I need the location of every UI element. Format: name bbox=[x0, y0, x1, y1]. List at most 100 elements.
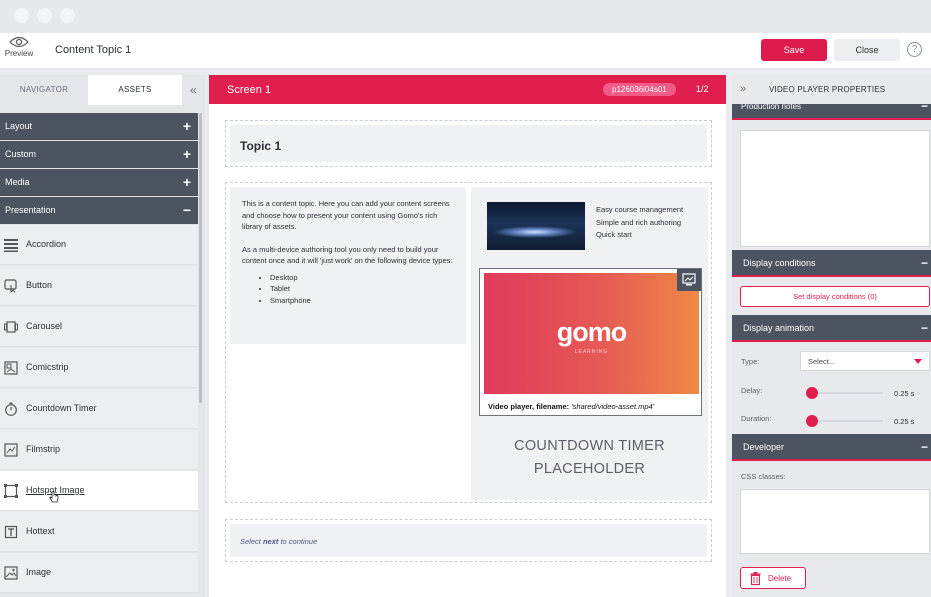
chevron-down-icon bbox=[914, 359, 922, 364]
set-display-conditions-button[interactable]: Set display conditions (0) bbox=[740, 286, 930, 307]
next-bold: next bbox=[262, 537, 279, 546]
video-asset-icon[interactable] bbox=[677, 269, 701, 291]
asset-carousel[interactable]: Carousel bbox=[0, 307, 198, 347]
collapse-icon: − bbox=[920, 256, 928, 270]
text-column[interactable]: This is a content topic. Here you can ad… bbox=[230, 187, 466, 344]
delete-label: Delete bbox=[768, 574, 792, 583]
screen-icon bbox=[682, 273, 696, 286]
media-column: Easy course management Simple and rich a… bbox=[471, 187, 708, 500]
content-block[interactable]: This is a content topic. Here you can ad… bbox=[225, 182, 712, 503]
list-item: Smartphone bbox=[270, 295, 454, 307]
screen-page-count: 1/2 bbox=[696, 84, 709, 94]
properties-header: » VIDEO PLAYER PROPERTIES bbox=[732, 75, 931, 104]
properties-panel: » VIDEO PLAYER PROPERTIES Production not… bbox=[732, 75, 931, 597]
expand-icon: + bbox=[182, 146, 191, 162]
delay-label: Delay: bbox=[741, 386, 763, 395]
topic-heading: Topic 1 bbox=[240, 139, 282, 153]
section-display-animation[interactable]: Display animation − bbox=[732, 315, 931, 342]
collapse-icon: − bbox=[182, 202, 191, 218]
asset-scrollbar[interactable] bbox=[199, 113, 202, 403]
section-production-notes[interactable]: Production notes − bbox=[732, 104, 931, 120]
asset-panel: NAVIGATOR ASSETS « Layout + Custom + Med… bbox=[0, 75, 205, 597]
animation-type-select[interactable]: Select... bbox=[800, 351, 930, 371]
close-button[interactable]: Close bbox=[834, 39, 900, 61]
screen-id-badge: p126036i04s01 bbox=[603, 83, 676, 96]
topic-heading-block[interactable]: Topic 1 bbox=[225, 120, 712, 167]
slider-handle[interactable] bbox=[806, 387, 818, 399]
button-icon bbox=[4, 279, 17, 293]
list-item: Desktop bbox=[270, 272, 454, 284]
screen-canvas: Screen 1 p126036i04s01 1/2 Topic 1 This … bbox=[209, 75, 726, 597]
next-post: to continue bbox=[278, 537, 318, 546]
delay-value: 0.25 s bbox=[894, 389, 915, 398]
window-close-dot[interactable] bbox=[14, 8, 29, 23]
accordion-icon bbox=[4, 239, 18, 252]
feature-list: Easy course management Simple and rich a… bbox=[596, 204, 683, 242]
help-icon[interactable]: ? bbox=[907, 42, 922, 57]
css-classes-field[interactable] bbox=[740, 489, 930, 554]
duration-slider[interactable] bbox=[806, 415, 883, 427]
duration-label: Duration: bbox=[741, 414, 772, 423]
collapse-icon: − bbox=[920, 321, 928, 335]
preview-label: Preview bbox=[4, 49, 34, 58]
trash-icon bbox=[750, 572, 761, 585]
video-player[interactable]: gomo LEARNING Video player, filename: 's… bbox=[479, 268, 702, 416]
asset-hotspot-image[interactable]: Hotspot Image bbox=[0, 471, 198, 511]
asset-label: Hottext bbox=[26, 526, 55, 536]
category-presentation[interactable]: Presentation − bbox=[0, 197, 198, 224]
tab-navigator[interactable]: NAVIGATOR bbox=[0, 75, 88, 105]
delete-button[interactable]: Delete bbox=[740, 567, 806, 589]
hand-cursor-icon bbox=[49, 491, 59, 503]
countdown-line: PLACEHOLDER bbox=[533, 461, 646, 477]
hotspot-image-icon bbox=[4, 484, 18, 498]
category-layout[interactable]: Layout + bbox=[0, 113, 198, 140]
stopwatch-icon bbox=[5, 402, 17, 416]
asset-label: Carousel bbox=[26, 321, 63, 331]
category-label: Media bbox=[5, 177, 30, 187]
section-display-conditions[interactable]: Display conditions − bbox=[732, 250, 931, 277]
navigation-block[interactable]: Select next to continue bbox=[225, 519, 712, 562]
category-media[interactable]: Media + bbox=[0, 169, 198, 196]
properties-title: VIDEO PLAYER PROPERTIES bbox=[769, 85, 886, 94]
section-label: Developer bbox=[743, 442, 785, 452]
topic-heading-inner: Topic 1 bbox=[230, 125, 707, 162]
save-button[interactable]: Save bbox=[761, 39, 827, 61]
asset-filmstrip[interactable]: Filmstrip bbox=[0, 430, 198, 470]
asset-image[interactable]: Image bbox=[0, 553, 198, 593]
filmstrip-icon bbox=[4, 443, 18, 457]
gomo-logo-sub: LEARNING bbox=[574, 349, 609, 355]
video-caption: Video player, filename: 'shared/video-as… bbox=[488, 402, 654, 411]
preview-button[interactable]: Preview bbox=[4, 36, 34, 58]
asset-countdown-timer[interactable]: Countdown Timer bbox=[0, 389, 198, 429]
asset-hottext[interactable]: Hottext bbox=[0, 512, 198, 552]
earth-thumbnail[interactable] bbox=[487, 202, 585, 250]
delay-slider[interactable] bbox=[806, 387, 883, 399]
css-classes-label: CSS classes: bbox=[741, 472, 786, 481]
asset-label: Filmstrip bbox=[26, 444, 60, 454]
asset-label: Countdown Timer bbox=[26, 403, 97, 413]
expand-panel-icon[interactable]: » bbox=[740, 83, 746, 95]
collapse-icon: − bbox=[920, 104, 928, 113]
video-poster: gomo LEARNING bbox=[484, 273, 699, 394]
screen-title: Screen 1 bbox=[227, 84, 272, 96]
slider-handle[interactable] bbox=[806, 415, 818, 427]
asset-label: Comicstrip bbox=[26, 362, 69, 372]
asset-button[interactable]: Button bbox=[0, 266, 198, 306]
window-maximize-dot[interactable] bbox=[60, 8, 75, 23]
asset-accordion[interactable]: Accordion bbox=[0, 225, 198, 265]
carousel-icon bbox=[4, 321, 18, 333]
feature-item: Easy course management bbox=[596, 205, 684, 214]
panel-tabs: NAVIGATOR ASSETS « bbox=[0, 75, 205, 105]
image-icon bbox=[4, 566, 18, 580]
tab-assets[interactable]: ASSETS bbox=[88, 75, 182, 105]
select-value: Select... bbox=[808, 357, 836, 366]
window-minimize-dot[interactable] bbox=[37, 8, 52, 23]
asset-comicstrip[interactable]: Comicstrip bbox=[0, 348, 198, 388]
navigation-inner: Select next to continue bbox=[230, 524, 707, 557]
top-toolbar: Preview Content Topic 1 Save Close ? bbox=[0, 33, 931, 69]
production-notes-field[interactable] bbox=[740, 130, 930, 247]
countdown-placeholder[interactable]: COUNTDOWN TIMER PLACEHOLDER bbox=[471, 435, 708, 481]
section-developer[interactable]: Developer − bbox=[732, 434, 931, 461]
category-custom[interactable]: Custom + bbox=[0, 141, 198, 168]
collapse-panel-icon[interactable]: « bbox=[182, 75, 205, 105]
